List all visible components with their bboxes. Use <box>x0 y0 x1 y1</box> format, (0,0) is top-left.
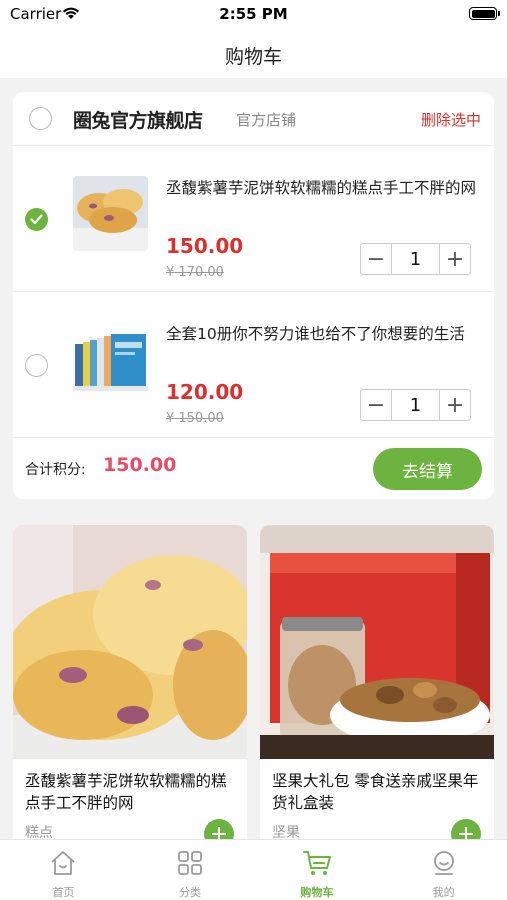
increase-button[interactable]: + <box>440 390 470 420</box>
shop-select-radio[interactable] <box>29 107 52 130</box>
item-original-price: ¥ 150.00 <box>166 411 224 426</box>
decrease-button[interactable]: − <box>361 244 391 274</box>
tab-profile[interactable]: 我的 <box>380 840 507 900</box>
cart-card: 圈兔官方旗舰店 官方店铺 删除选中 丞馥紫薯芋泥饼软软糯糯的糕点手工不胖的网 1… <box>13 92 494 499</box>
tab-label: 分类 <box>179 886 202 899</box>
nav-bar: 购物车 <box>0 30 507 78</box>
profile-icon <box>433 851 454 875</box>
total-value: 150.00 <box>103 454 177 476</box>
cart-item: 丞馥紫薯芋泥饼软软糯糯的糕点手工不胖的网 150.00 ¥ 170.00 − 1… <box>13 146 494 292</box>
item-price: 150.00 <box>166 234 244 258</box>
product-image[interactable] <box>73 322 148 397</box>
tab-bar: 首页 分类 购物车 我的 <box>0 839 507 900</box>
status-time: 2:55 PM <box>219 5 288 23</box>
recommendation-card[interactable]: 坚果大礼包 零食送亲戚坚果年货礼盒装 坚果 <box>260 525 494 855</box>
product-image[interactable] <box>260 525 494 759</box>
recommendation-title[interactable]: 丞馥紫薯芋泥饼软软糯糯的糕点手工不胖的网 <box>25 770 237 814</box>
increase-button[interactable]: + <box>440 244 470 274</box>
quantity-stepper: − 1 + <box>360 243 471 275</box>
checkout-button[interactable]: 去结算 <box>373 448 482 490</box>
status-bar: Carrier 2:55 PM <box>0 0 507 30</box>
grid-icon <box>178 851 203 875</box>
item-title[interactable]: 全套10册你不努力谁也给不了你想要的生活 <box>166 322 478 344</box>
decrease-button[interactable]: − <box>361 390 391 420</box>
tab-label: 首页 <box>52 886 75 899</box>
shop-tag: 官方店铺 <box>236 111 297 129</box>
item-select-radio[interactable] <box>25 208 48 231</box>
battery-icon <box>469 7 500 20</box>
cart-icon <box>302 851 331 875</box>
product-image[interactable] <box>13 525 247 759</box>
tab-home[interactable]: 首页 <box>0 840 127 900</box>
total-row: 合计积分: 150.00 去结算 <box>13 438 494 499</box>
shop-header: 圈兔官方旗舰店 官方店铺 删除选中 <box>13 92 494 146</box>
checkmark-icon <box>30 214 43 225</box>
tab-category[interactable]: 分类 <box>127 840 254 900</box>
cart-item: 全套10册你不努力谁也给不了你想要的生活 120.00 ¥ 150.00 − 1… <box>13 292 494 438</box>
tab-cart[interactable]: 购物车 <box>254 840 381 900</box>
delete-selected-button[interactable]: 删除选中 <box>421 109 481 130</box>
product-image[interactable] <box>73 176 148 251</box>
item-select-radio[interactable] <box>25 354 48 377</box>
item-title[interactable]: 丞馥紫薯芋泥饼软软糯糯的糕点手工不胖的网 <box>166 176 478 198</box>
recommendation-title[interactable]: 坚果大礼包 零食送亲戚坚果年货礼盒装 <box>272 770 484 814</box>
tab-label: 购物车 <box>300 886 334 899</box>
item-original-price: ¥ 170.00 <box>166 265 224 280</box>
item-price: 120.00 <box>166 380 244 404</box>
quantity-value[interactable]: 1 <box>391 390 440 420</box>
page-title: 购物车 <box>224 46 282 68</box>
quantity-value[interactable]: 1 <box>391 244 440 274</box>
home-icon <box>51 851 75 875</box>
shop-name[interactable]: 圈兔官方旗舰店 <box>73 106 203 133</box>
tab-label: 我的 <box>432 886 455 899</box>
quantity-stepper: − 1 + <box>360 389 471 421</box>
total-label: 合计积分: <box>25 462 86 478</box>
recommendation-card[interactable]: 丞馥紫薯芋泥饼软软糯糯的糕点手工不胖的网 糕点 <box>13 525 247 855</box>
